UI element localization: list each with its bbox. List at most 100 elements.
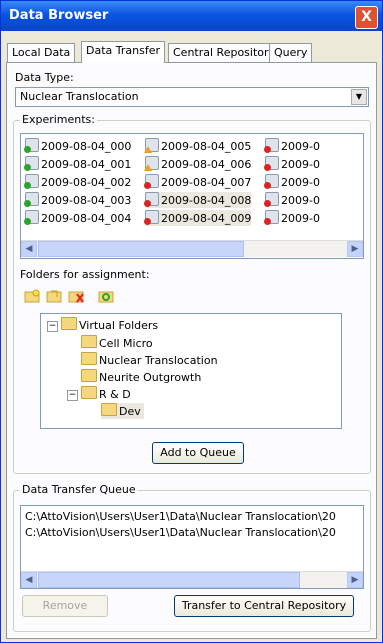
tree-item-neurite-outgrowth[interactable]: Neurite Outgrowth [81, 369, 201, 385]
experiment-label: 2009-0 [281, 158, 320, 171]
tree-item-r-and-d[interactable]: R & D [81, 386, 131, 402]
folder-icon [81, 369, 97, 382]
experiment-ok-icon [24, 174, 39, 189]
data-type-label: Data Type: [15, 71, 74, 84]
experiment-label: 2009-08-04_002 [41, 176, 132, 189]
queue-item[interactable]: C:\AttoVision\Users\User1\Data\Nuclear T… [25, 526, 336, 539]
tree-item-nuclear-translocation[interactable]: Nuclear Translocation [81, 352, 218, 368]
experiment-label: 2009-08-04_006 [161, 158, 252, 171]
tab-central-repository[interactable]: Central Repository [168, 43, 281, 62]
window-title: Data Browser [9, 8, 109, 23]
close-icon[interactable]: X [355, 6, 378, 29]
tree-item-label: Dev [119, 405, 141, 418]
delete-folder-icon[interactable] [68, 289, 84, 303]
list-item[interactable]: 2009-08-04_004 [24, 210, 132, 226]
experiments-group: Experiments: 2009-08-04_000 2009-08-04_0… [13, 113, 371, 474]
tree-item-label: Neurite Outgrowth [99, 371, 202, 384]
experiment-label: 2009-0 [281, 140, 320, 153]
list-item[interactable]: 2009-0 [264, 156, 320, 172]
experiment-ok-icon [24, 192, 39, 207]
data-type-select[interactable]: Nuclear Translocation ▼ [15, 87, 369, 107]
scroll-left-icon[interactable]: ◀ [21, 241, 37, 257]
tab-query[interactable]: Query [269, 43, 313, 62]
experiment-label: 2009-08-04_005 [161, 140, 252, 153]
experiments-list[interactable]: 2009-08-04_000 2009-08-04_001 2009-08-04… [20, 133, 364, 259]
experiment-label: 2009-08-04_000 [41, 140, 132, 153]
experiment-error-icon [264, 192, 279, 207]
experiment-label: 2009-08-04_001 [41, 158, 132, 171]
experiment-error-icon [144, 174, 159, 189]
scroll-left-icon[interactable]: ◀ [21, 572, 37, 588]
data-type-value: Nuclear Translocation [20, 90, 139, 103]
experiment-label: 2009-08-04_009 [161, 212, 252, 225]
tab-data-transfer[interactable]: Data Transfer [81, 41, 165, 63]
remove-button[interactable]: Remove [22, 595, 108, 617]
transfer-queue-group: Data Transfer Queue C:\AttoVision\Users\… [13, 483, 371, 632]
list-item[interactable]: 2009-08-04_003 [24, 192, 132, 208]
transfer-queue-list[interactable]: C:\AttoVision\Users\User1\Data\Nuclear T… [20, 505, 364, 589]
scrollbar-thumb[interactable] [38, 241, 244, 257]
collapse-icon[interactable]: − [47, 321, 58, 332]
list-item[interactable]: 2009-0 [264, 174, 320, 190]
list-item[interactable]: 2009-08-04_006 [144, 156, 252, 172]
tree-item-virtual-folders[interactable]: Virtual Folders [61, 317, 158, 333]
experiment-error-icon [264, 138, 279, 153]
experiment-ok-icon [24, 156, 39, 171]
folder-toolbar [24, 289, 134, 305]
transfer-queue-label: Data Transfer Queue [20, 483, 138, 496]
experiments-label: Experiments: [20, 113, 97, 126]
scroll-right-icon[interactable]: ▶ [347, 572, 363, 588]
experiment-label: 2009-08-04_003 [41, 194, 132, 207]
open-folder-icon[interactable] [46, 289, 62, 303]
tree-item-label: Nuclear Translocation [99, 354, 218, 367]
data-browser-window: Data Browser X Local Data Data Transfer … [0, 0, 383, 643]
folder-icon [61, 317, 77, 330]
scrollbar-thumb[interactable] [38, 572, 300, 588]
folder-tree[interactable]: − Virtual Folders Cell Micro Nuclear Tra… [40, 313, 342, 429]
folder-icon [81, 335, 97, 348]
experiment-error-icon [264, 210, 279, 225]
experiment-warning-icon [144, 138, 159, 153]
experiment-ok-icon [24, 210, 39, 225]
transfer-to-central-repository-button[interactable]: Transfer to Central Repository [174, 595, 354, 617]
tree-item-cell-micro[interactable]: Cell Micro [81, 335, 153, 351]
tree-item-label: Cell Micro [99, 337, 153, 350]
add-to-queue-button[interactable]: Add to Queue [152, 442, 244, 464]
list-item[interactable]: 2009-08-04_009 [144, 210, 252, 226]
experiment-label: 2009-0 [281, 176, 320, 189]
folders-label: Folders for assignment: [20, 268, 150, 281]
tree-item-label: R & D [99, 388, 131, 401]
folder-checked-icon [81, 352, 97, 365]
list-item[interactable]: 2009-08-04_001 [24, 156, 132, 172]
chevron-down-icon[interactable]: ▼ [351, 89, 367, 105]
experiment-error-icon [264, 174, 279, 189]
new-folder-icon[interactable] [24, 289, 40, 303]
list-item[interactable]: 2009-0 [264, 210, 320, 226]
queue-item[interactable]: C:\AttoVision\Users\User1\Data\Nuclear T… [25, 510, 336, 523]
scroll-right-icon[interactable]: ▶ [347, 241, 363, 257]
queue-scrollbar[interactable]: ◀ ▶ [21, 571, 363, 588]
experiments-scrollbar[interactable]: ◀ ▶ [21, 240, 363, 257]
experiment-error-icon [264, 156, 279, 171]
experiment-label: 2009-08-04_007 [161, 176, 252, 189]
list-item[interactable]: 2009-0 [264, 138, 320, 154]
experiment-error-icon [144, 192, 159, 207]
list-item[interactable]: 2009-08-04_007 [144, 174, 252, 190]
experiment-ok-icon [24, 138, 39, 153]
list-item[interactable]: 2009-0 [264, 192, 320, 208]
collapse-icon[interactable]: − [67, 390, 78, 401]
folder-open-icon [101, 403, 117, 416]
list-item[interactable]: 2009-08-04_005 [144, 138, 252, 154]
experiment-label: 2009-0 [281, 212, 320, 225]
tree-item-dev[interactable]: Dev [101, 403, 144, 419]
title-bar[interactable]: Data Browser X [1, 1, 382, 31]
refresh-folder-icon[interactable] [98, 289, 114, 303]
tab-local-data[interactable]: Local Data [7, 43, 76, 62]
experiment-warning-icon [144, 156, 159, 171]
list-item[interactable]: 2009-08-04_002 [24, 174, 132, 190]
experiment-error-icon [144, 210, 159, 225]
list-item[interactable]: 2009-08-04_008 [144, 192, 252, 208]
experiment-label: 2009-0 [281, 194, 320, 207]
experiment-label: 2009-08-04_004 [41, 212, 132, 225]
list-item[interactable]: 2009-08-04_000 [24, 138, 132, 154]
